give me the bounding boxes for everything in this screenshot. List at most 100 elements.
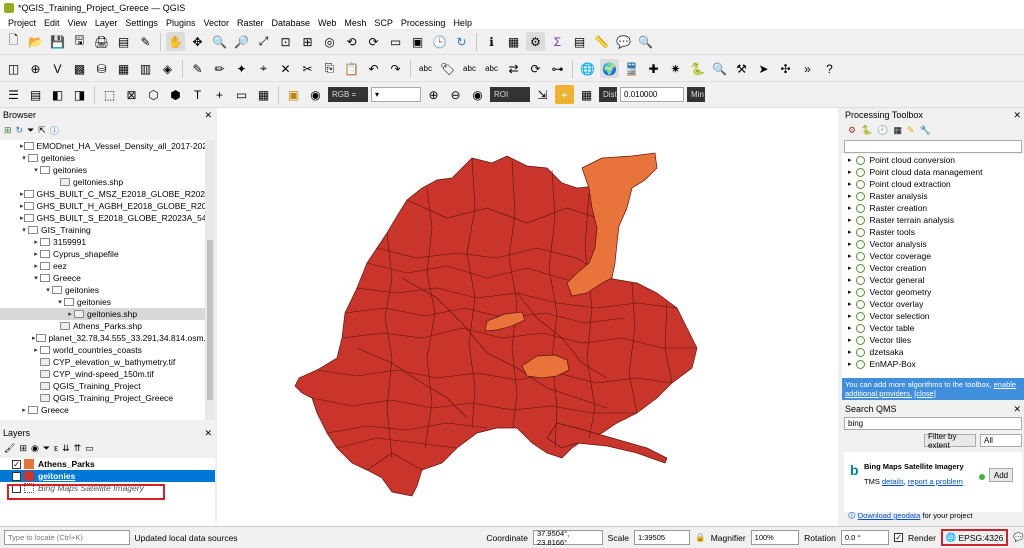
vertex-tool-icon[interactable]: ⌖ <box>254 59 273 78</box>
zoom-full-icon[interactable]: ⤢ <box>254 32 273 51</box>
scale-input[interactable]: 1:39505 <box>633 530 691 545</box>
menu-layer[interactable]: Layer <box>91 18 122 28</box>
expand-arrow-icon[interactable]: ▸ <box>848 324 852 332</box>
undo-icon[interactable]: ↶ <box>364 59 383 78</box>
scp-zoom-icon[interactable]: ⊠ <box>122 85 141 104</box>
rotate-label-icon[interactable]: ⟳ <box>526 59 545 78</box>
scp-move-icon[interactable]: ⇲ <box>533 85 552 104</box>
expand-arrow-icon[interactable]: ▸ <box>848 168 852 176</box>
pin-label-icon[interactable]: abc <box>460 59 479 78</box>
menu-processing[interactable]: Processing <box>397 18 450 28</box>
edit-in-place-icon[interactable]: ✎ <box>907 125 915 136</box>
expand-arrow-icon[interactable]: ▸ <box>848 300 852 308</box>
delete-icon[interactable]: ✕ <box>276 59 295 78</box>
close-icon[interactable]: ✕ <box>204 428 212 439</box>
pencil-icon[interactable]: ✏ <box>210 59 229 78</box>
browser-item[interactable]: geitonies.shp <box>0 176 205 188</box>
close-icon[interactable]: ✕ <box>204 110 212 121</box>
scp-main-icon[interactable]: ▣ <box>284 85 303 104</box>
add-vector-icon[interactable]: V <box>48 59 67 78</box>
scp-grid-icon[interactable]: ▦ <box>577 85 596 104</box>
scp-node-icon[interactable]: ⬢ <box>166 85 185 104</box>
search-icon[interactable]: 🔍 <box>636 32 655 51</box>
close-icon[interactable]: ✕ <box>1013 404 1021 415</box>
expand-arrow-icon[interactable]: ▸ <box>848 336 852 344</box>
filter-by-extent-button[interactable]: Filter by extent <box>924 432 976 450</box>
scp-eye-icon[interactable]: ◉ <box>468 85 487 104</box>
browser-item[interactable]: ▸ planet_32.78,34.555_33.291,34.814.osm.s <box>0 332 205 344</box>
expand-arrow-icon[interactable]: ▸ <box>848 156 852 164</box>
scp-zoom-in-icon[interactable]: ⊕ <box>424 85 443 104</box>
zoom-last-icon[interactable]: ⟲ <box>342 32 361 51</box>
coordinate-input[interactable]: 37.9504°, 23.8166° <box>533 529 603 547</box>
menu-web[interactable]: Web <box>314 18 340 28</box>
browser-item[interactable]: ▸ Cyprus_shapefile <box>0 248 205 260</box>
pan-icon[interactable]: ✋ <box>166 32 185 51</box>
browser-item[interactable]: ▾ geitonies <box>0 164 205 176</box>
processing-group[interactable]: ▸ Point cloud extraction <box>842 178 1024 190</box>
globe-icon[interactable]: 🌐 <box>578 59 597 78</box>
zoom-layer-icon[interactable]: ⊞ <box>298 32 317 51</box>
lock-icon[interactable]: 🔒 <box>695 532 706 543</box>
browser-item[interactable]: ▸ Greece <box>0 404 205 416</box>
scp-text-icon[interactable]: T <box>188 85 207 104</box>
models-icon[interactable]: ⚙ <box>848 125 856 136</box>
properties-icon[interactable]: ⓘ <box>50 124 59 137</box>
expand-arrow-icon[interactable]: ▸ <box>32 250 40 258</box>
browser-item[interactable]: CYP_elevation_w_bathymetry.tif <box>0 356 205 368</box>
scp-output-icon[interactable]: ◨ <box>70 85 89 104</box>
expression-icon[interactable]: ε <box>54 443 58 453</box>
expand-arrow-icon[interactable]: ▸ <box>848 240 852 248</box>
browser-item[interactable]: QGIS_Training_Project <box>0 380 205 392</box>
new-project-icon[interactable]: 🗋 <box>4 32 23 51</box>
info-close-link[interactable]: [close] <box>914 389 936 398</box>
scp-band-icon[interactable]: ▤ <box>26 85 45 104</box>
scripts-icon[interactable]: 🐍 <box>861 125 872 136</box>
processing-group[interactable]: ▸ Point cloud conversion <box>842 154 1024 166</box>
browser-item[interactable]: ▾ GIS_Training <box>0 224 205 236</box>
processing-group[interactable]: ▸ EnMAP-Box <box>842 358 1024 370</box>
expand-arrow-icon[interactable]: ▾ <box>20 226 28 234</box>
change-label-icon[interactable]: ⊶ <box>548 59 567 78</box>
processing-group[interactable]: ▸ Vector geometry <box>842 286 1024 298</box>
scp-roi-icon[interactable]: ⬡ <box>144 85 163 104</box>
download-link[interactable]: Download geodata <box>858 511 921 520</box>
menu-raster[interactable]: Raster <box>233 18 268 28</box>
edit-icon[interactable]: ✎ <box>188 59 207 78</box>
processing-group[interactable]: ▸ Vector coverage <box>842 250 1024 262</box>
browser-item[interactable]: ▸ EMODnet_HA_Vessel_Density_all_2017-2023 <box>0 140 205 152</box>
processing-group[interactable]: ▸ Vector analysis <box>842 238 1024 250</box>
table-icon[interactable]: ▤ <box>570 32 589 51</box>
show-label-icon[interactable]: abc <box>482 59 501 78</box>
processing-group[interactable]: ▸ Vector selection <box>842 310 1024 322</box>
expand-arrow-icon[interactable]: ▸ <box>848 348 852 356</box>
measure-icon[interactable]: 📏 <box>592 32 611 51</box>
refresh-icon[interactable]: ↻ <box>16 125 24 136</box>
map-canvas[interactable] <box>217 108 838 526</box>
browser-item[interactable]: QGIS_Training_Project_Greece <box>0 392 205 404</box>
browser-item[interactable]: ▸ geitonies.shp <box>0 308 205 320</box>
train-icon[interactable]: 🚆 <box>622 59 641 78</box>
rgb-select[interactable]: RGB = <box>328 87 368 102</box>
add-wms-icon[interactable]: ▦ <box>114 59 133 78</box>
print-layout-icon[interactable]: 🖨 <box>92 32 111 51</box>
expand-arrow-icon[interactable]: ▸ <box>66 310 74 318</box>
processing-group[interactable]: ▸ Raster analysis <box>842 190 1024 202</box>
history-icon[interactable]: 🕘 <box>877 125 888 136</box>
layer-visibility-checkbox[interactable]: ✓ <box>12 459 21 469</box>
scp-select-icon[interactable]: ⬚ <box>100 85 119 104</box>
add-db-icon[interactable]: ⛁ <box>92 59 111 78</box>
expand-arrow-icon[interactable]: ▸ <box>32 262 40 270</box>
expand-arrow-icon[interactable]: ▸ <box>848 312 852 320</box>
browser-item[interactable]: ▸ GHS_BUILT_S_E2018_GLOBE_R2023A_54009 <box>0 212 205 224</box>
magnifier-icon[interactable]: 🔍 <box>710 59 729 78</box>
cut-icon[interactable]: ✂ <box>298 59 317 78</box>
processing-group[interactable]: ▸ Vector table <box>842 322 1024 334</box>
expand-arrow-icon[interactable]: ▸ <box>848 216 852 224</box>
filter-select[interactable]: All <box>980 434 1022 447</box>
crs-button[interactable]: 🌐 EPSG:4326 <box>940 529 1009 546</box>
add-feature-icon[interactable]: ✦ <box>232 59 251 78</box>
expand-arrow-icon[interactable]: ▾ <box>32 166 40 174</box>
annotation-icon[interactable]: 💬 <box>614 32 633 51</box>
scp-plus-icon[interactable]: + <box>210 85 229 104</box>
